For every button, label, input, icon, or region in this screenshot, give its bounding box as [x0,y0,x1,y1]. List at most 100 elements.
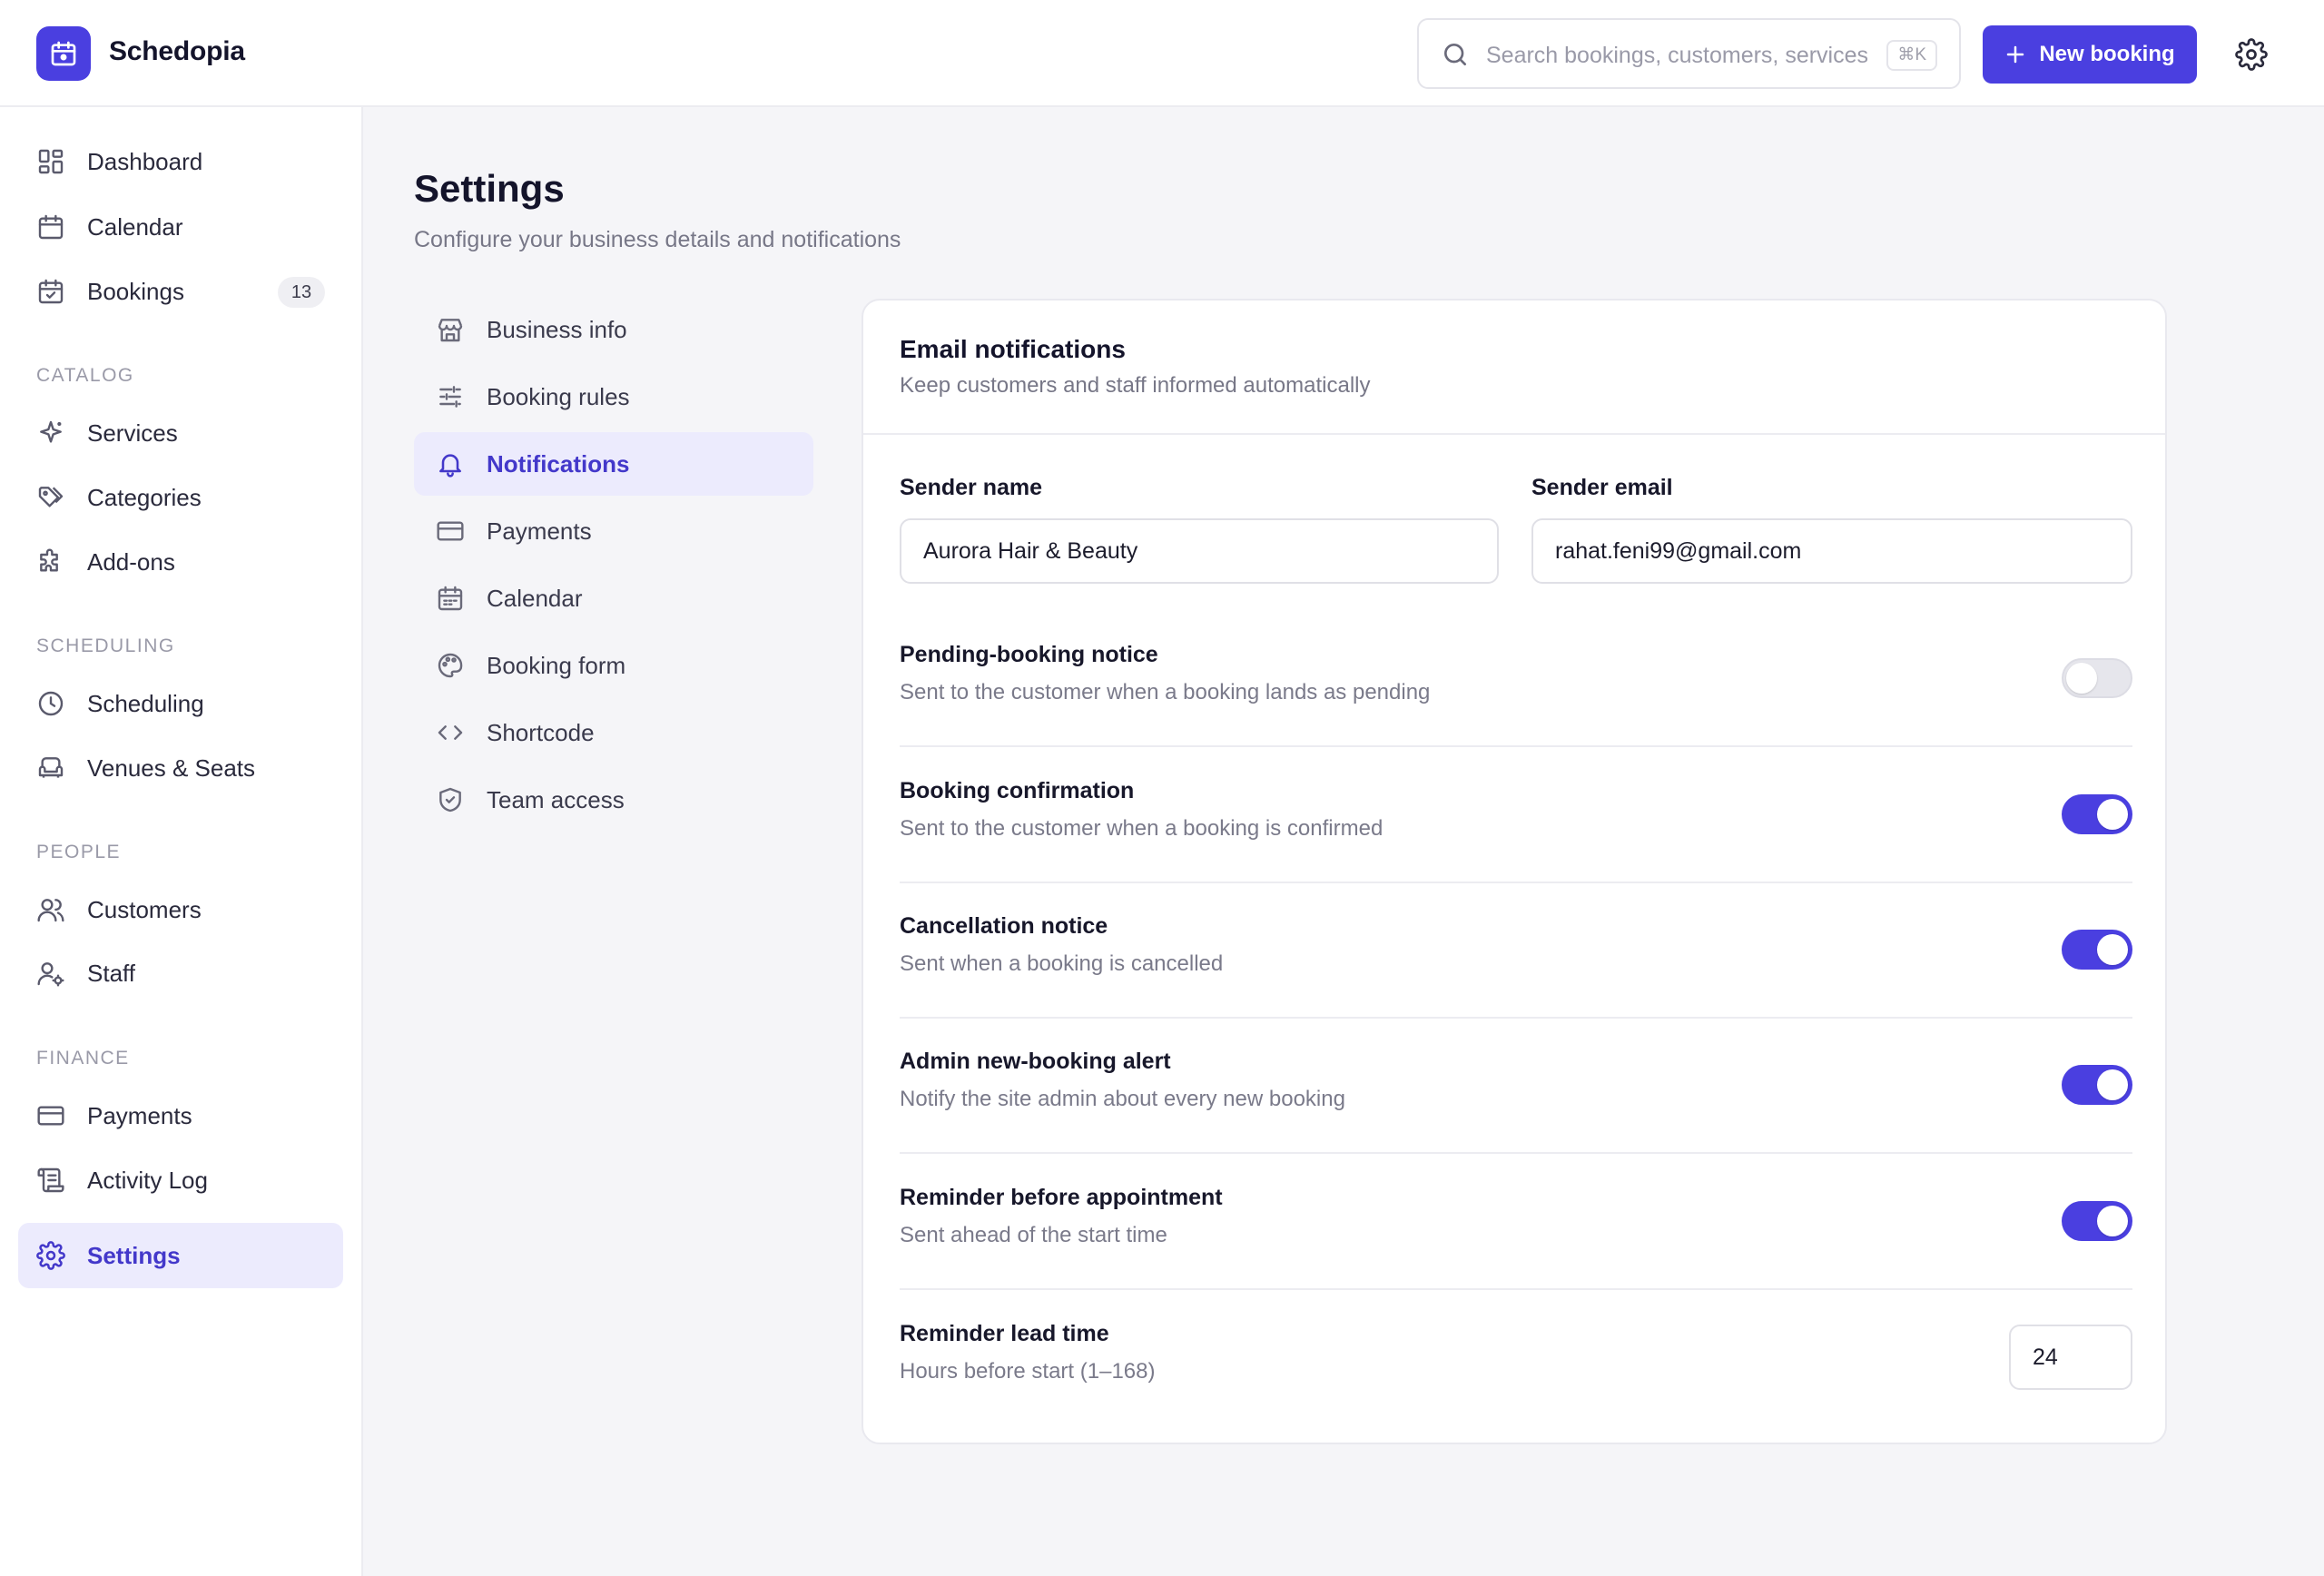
sidebar-item-settings[interactable]: Settings [18,1223,343,1288]
sidebar-item-label: Bookings [87,277,184,305]
tab-label: Business info [487,316,627,343]
tab-shortcode[interactable]: Shortcode [414,701,813,764]
plus-icon [2007,45,2024,64]
toggle-row: Admin new-booking alert Notify the site … [900,1018,2132,1154]
new-booking-label: New booking [2039,42,2175,66]
shield-check-icon [436,785,465,814]
toggle-title: Booking confirmation [900,778,1135,803]
bell-icon [436,449,465,478]
section-label-scheduling: SCHEDULING [36,635,175,656]
code-icon [436,718,465,747]
bookings-count-badge: 13 [278,277,325,308]
toggle-description: Sent when a booking is cancelled [900,951,1224,976]
sidebar-item-label: Categories [87,483,202,511]
sparkle-icon [36,419,65,448]
tab-label: Notifications [487,450,630,478]
card-title: Email notifications [900,335,1126,363]
scroll-icon [36,1166,65,1195]
tab-booking-form[interactable]: Booking form [414,634,813,697]
tab-label: Calendar [487,585,583,612]
calendar-check-icon [36,277,65,306]
page-title: Settings [414,167,565,210]
tab-notifications[interactable]: Notifications [414,432,813,496]
sidebar-item-bookings[interactable]: Bookings 13 [18,259,343,324]
sidebar-item-addons[interactable]: Add-ons [18,529,343,595]
lead-time-title: Reminder lead time [900,1321,1109,1346]
lead-time-row: Reminder lead time Hours before start (1… [900,1290,2132,1426]
sidebar-item-label: Activity Log [87,1166,208,1194]
section-label-finance: FINANCE [36,1048,130,1069]
sidebar-item-venues[interactable]: Venues & Seats [18,735,343,801]
sender-name-label: Sender name [900,475,1043,500]
sidebar-item-staff[interactable]: Staff [18,941,343,1006]
sidebar-item-label: Scheduling [87,689,204,717]
gear-icon [36,1241,65,1270]
sidebar-item-label: Add-ons [87,547,175,576]
toggle-description: Sent to the customer when a booking is c… [900,816,1384,841]
section-label-catalog: CATALOG [36,365,134,386]
sender-name-field[interactable]: Aurora Hair & Beauty [900,518,1499,584]
sidebar-item-categories[interactable]: Categories [18,465,343,530]
cancellation-notice-toggle[interactable] [2062,930,2132,970]
sidebar-item-activity-log[interactable]: Activity Log [18,1148,343,1213]
reminder-toggle[interactable] [2062,1201,2132,1241]
sidebar-item-label: Staff [87,959,136,987]
sidebar-item-payments[interactable]: Payments [18,1083,343,1148]
toggle-knob [2097,1069,2128,1100]
toggle-description: Sent to the customer when a booking land… [900,680,1431,704]
toggle-description: Sent ahead of the start time [900,1223,1167,1247]
booking-confirmation-toggle[interactable] [2062,794,2132,834]
tab-label: Booking rules [487,383,630,410]
card-description: Keep customers and staff informed automa… [900,373,1371,398]
sidebar-item-customers[interactable]: Customers [18,877,343,942]
toggle-title: Reminder before appointment [900,1185,1223,1210]
lead-time-description: Hours before start (1–168) [900,1359,1156,1384]
sidebar-item-label: Dashboard [87,147,203,175]
logo-icon[interactable] [36,26,91,81]
store-icon [436,315,465,344]
sidebar-item-services[interactable]: Services [18,400,343,466]
brand-name: Schedopia [109,36,245,66]
email-notifications-card: Email notifications Keep customers and s… [862,299,2167,1444]
tab-calendar[interactable]: Calendar [414,566,813,630]
search-input[interactable]: Search bookings, customers, services ⌘K [1417,18,1961,89]
gear-icon[interactable] [2235,38,2268,75]
toggle-knob [2097,934,2128,965]
sidebar-item-scheduling[interactable]: Scheduling [18,671,343,736]
page-subtitle: Configure your business details and noti… [414,227,901,252]
credit-card-icon [436,517,465,546]
toggle-title: Admin new-booking alert [900,1049,1171,1074]
card-header: Email notifications Keep customers and s… [863,300,2165,435]
toggle-description: Notify the site admin about every new bo… [900,1087,1345,1111]
tab-team-access[interactable]: Team access [414,768,813,832]
sidebar-item-calendar[interactable]: Calendar [18,194,343,260]
toggle-row: Cancellation notice Sent when a booking … [900,882,2132,1019]
new-booking-button[interactable]: New booking [1983,25,2197,84]
search-icon [1441,40,1470,74]
tab-label: Team access [487,786,625,813]
user-cog-icon [36,959,65,988]
sidebar-item-label: Venues & Seats [87,754,256,782]
sidebar: Dashboard Calendar Bookings 13 CATALOG S… [0,107,363,1576]
pending-booking-toggle[interactable] [2062,658,2132,698]
tags-icon [36,483,65,512]
calendar-icon [36,212,65,241]
tab-label: Shortcode [487,719,595,746]
dashboard-icon [36,147,65,176]
tab-payments[interactable]: Payments [414,499,813,563]
admin-alert-toggle[interactable] [2062,1065,2132,1105]
toggle-row: Pending-booking notice Sent to the custo… [900,611,2132,747]
section-label-people: PEOPLE [36,842,122,862]
armchair-icon [36,754,65,783]
sender-email-field[interactable]: rahat.feni99@gmail.com [1531,518,2132,584]
lead-time-input[interactable]: 24 [2009,1325,2132,1390]
tab-booking-rules[interactable]: Booking rules [414,365,813,428]
search-placeholder: Search bookings, customers, services [1486,43,1869,68]
toggle-row: Reminder before appointment Sent ahead o… [900,1154,2132,1290]
calendar-icon [436,584,465,613]
tab-business-info[interactable]: Business info [414,298,813,361]
puzzle-icon [36,547,65,576]
toggle-knob [2066,663,2097,694]
tab-label: Booking form [487,652,626,679]
sidebar-item-dashboard[interactable]: Dashboard [18,129,343,194]
